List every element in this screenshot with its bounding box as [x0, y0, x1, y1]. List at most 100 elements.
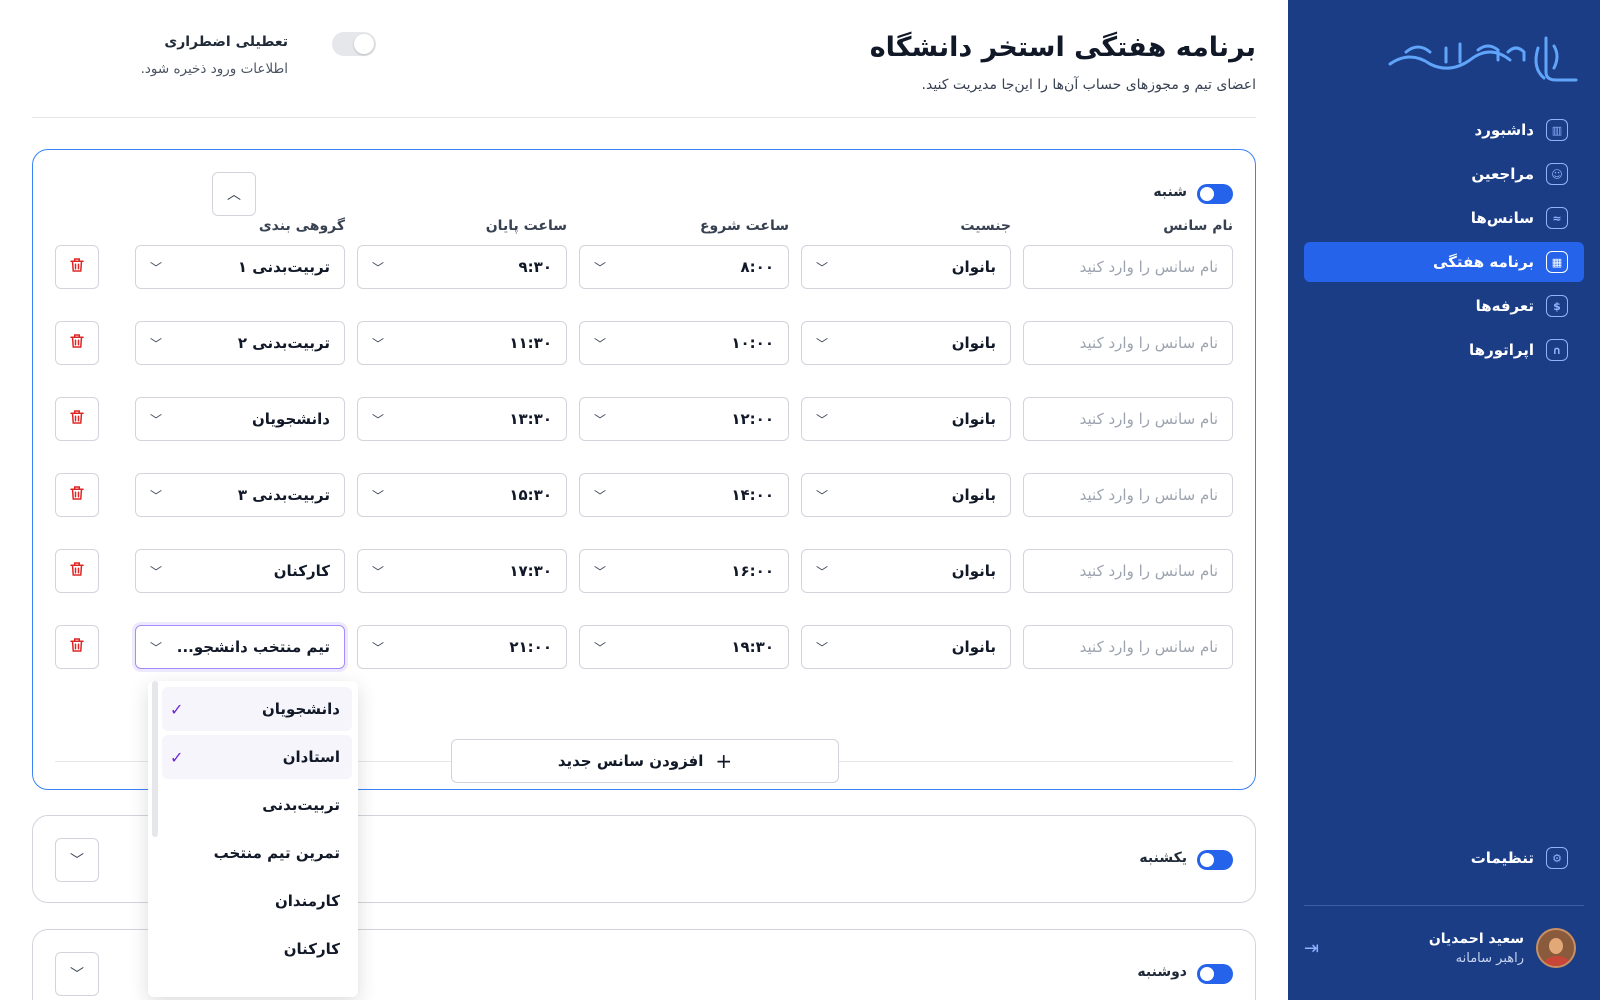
session-name-input[interactable]: نام سانس را وارد کنید	[1023, 397, 1233, 441]
dropdown-option[interactable]: دانشجویان ✓	[162, 687, 352, 731]
day-enabled-toggle[interactable]	[1197, 964, 1233, 984]
day-name: یکشنبه	[1139, 850, 1187, 866]
group-value: تربیت‌بدنی ۱	[237, 258, 330, 276]
user-icon: ☺	[1546, 163, 1568, 185]
end-time-select[interactable]: ۹:۳۰ ﹀	[357, 245, 567, 289]
gender-select[interactable]: بانوان ﹀	[801, 473, 1011, 517]
delete-session-button[interactable]	[55, 625, 99, 669]
group-select[interactable]: تربیت‌بدنی ۱ ﹀	[135, 245, 345, 289]
start-time-value: ۸:۰۰	[740, 258, 774, 276]
start-time-select[interactable]: ۸:۰۰ ﹀	[579, 245, 789, 289]
delete-session-button[interactable]	[55, 549, 99, 593]
end-time-select[interactable]: ۱۳:۳۰ ﹀	[357, 397, 567, 441]
chevron-down-icon: ﹀	[594, 260, 607, 275]
sidebar-item-dashboard[interactable]: ▥ داشبورد	[1304, 110, 1584, 150]
end-time-value: ۱۵:۳۰	[509, 486, 552, 504]
delete-session-button[interactable]	[55, 245, 99, 289]
option-label: دانشجویان	[261, 700, 340, 718]
session-name-placeholder: نام سانس را وارد کنید	[1079, 486, 1218, 504]
add-session-button[interactable]: + افزودن سانس جدید	[451, 739, 839, 783]
end-time-value: ۱۷:۳۰	[509, 562, 552, 580]
column-label-gender: جنسیت	[960, 218, 1011, 234]
trash-icon	[68, 484, 86, 506]
end-time-select[interactable]: ۱۱:۳۰ ﹀	[357, 321, 567, 365]
delete-session-button[interactable]	[55, 397, 99, 441]
sidebar-nav: ▥ داشبورد ☺ مراجعین ≈ سانس‌ها ▦ برنامه ه…	[1304, 110, 1584, 374]
start-time-select[interactable]: ۱۲:۰۰ ﹀	[579, 397, 789, 441]
end-time-select[interactable]: ۱۵:۳۰ ﹀	[357, 473, 567, 517]
main-content: برنامه هفتگی استخر دانشگاه اعضای تیم و م…	[32, 0, 1256, 1000]
day-enabled-toggle[interactable]	[1197, 850, 1233, 870]
sidebar-item-settings[interactable]: ⚙ تنظیمات	[1304, 838, 1584, 878]
column-label-end: ساعت پایان	[485, 218, 567, 234]
delete-session-button[interactable]	[55, 321, 99, 365]
group-value: تربیت‌بدنی ۳	[237, 486, 330, 504]
group-select[interactable]: تیم منتخب دانشجو... ﹀	[135, 625, 345, 669]
group-select[interactable]: تربیت‌بدنی ۳ ﹀	[135, 473, 345, 517]
end-time-value: ۹:۳۰	[518, 258, 552, 276]
dropdown-option[interactable]: کارمندان	[162, 879, 352, 923]
column-label-group: گروهی بندی	[258, 218, 345, 234]
session-name-input[interactable]: نام سانس را وارد کنید	[1023, 549, 1233, 593]
avatar[interactable]	[1536, 928, 1576, 968]
group-select[interactable]: تربیت‌بدنی ۲ ﹀	[135, 321, 345, 365]
emergency-closure-toggle[interactable]	[332, 32, 376, 56]
chevron-down-icon: ﹀	[816, 488, 829, 503]
collapse-day-button[interactable]: ︿	[212, 172, 256, 216]
chevron-down-icon: ﹀	[816, 260, 829, 275]
emergency-closure-label: تعطیلی اضطراری	[164, 34, 288, 50]
logout-icon[interactable]: ⇥	[1304, 938, 1319, 959]
gender-select[interactable]: بانوان ﹀	[801, 549, 1011, 593]
chevron-down-icon: ﹀	[372, 488, 385, 503]
dropdown-option[interactable]: کارکنان	[162, 927, 352, 971]
delete-session-button[interactable]	[55, 473, 99, 517]
start-time-select[interactable]: ۱۶:۰۰ ﹀	[579, 549, 789, 593]
dropdown-options: دانشجویان ✓ استادان ✓ تربیت‌بدنی تمرین تیم من…	[148, 687, 358, 971]
chevron-down-icon: ﹀	[594, 564, 607, 579]
option-label: استادان	[282, 748, 340, 766]
gender-value: بانوان	[951, 258, 996, 276]
group-select[interactable]: دانشجویان ﹀	[135, 397, 345, 441]
gender-select[interactable]: بانوان ﹀	[801, 245, 1011, 289]
expand-day-button[interactable]: ﹀	[55, 952, 99, 996]
gender-value: بانوان	[951, 638, 996, 656]
day-enabled-toggle[interactable]	[1197, 184, 1233, 204]
expand-day-button[interactable]: ﹀	[55, 838, 99, 882]
start-time-select[interactable]: ۱۹:۳۰ ﹀	[579, 625, 789, 669]
dropdown-option[interactable]: استادان ✓	[162, 735, 352, 779]
dropdown-option[interactable]: تمرین تیم منتخب	[162, 831, 352, 875]
session-name-input[interactable]: نام سانس را وارد کنید	[1023, 625, 1233, 669]
end-time-select[interactable]: ۲۱:۰۰ ﹀	[357, 625, 567, 669]
gender-value: بانوان	[951, 562, 996, 580]
sidebar-item-sessions[interactable]: ≈ سانس‌ها	[1304, 198, 1584, 238]
gender-select[interactable]: بانوان ﹀	[801, 397, 1011, 441]
chevron-down-icon: ﹀	[594, 336, 607, 351]
start-time-select[interactable]: ۱۰:۰۰ ﹀	[579, 321, 789, 365]
start-time-select[interactable]: ۱۴:۰۰ ﹀	[579, 473, 789, 517]
chevron-down-icon: ﹀	[150, 488, 163, 503]
sidebar-item-weekly-schedule[interactable]: ▦ برنامه هفتگی	[1304, 242, 1584, 282]
chevron-down-icon: ﹀	[816, 640, 829, 655]
group-select[interactable]: کارکنان ﹀	[135, 549, 345, 593]
sidebar-item-label: مراجعین	[1471, 165, 1534, 183]
dropdown-scrollbar[interactable]	[152, 681, 158, 837]
session-name-input[interactable]: نام سانس را وارد کنید	[1023, 321, 1233, 365]
plus-icon: +	[715, 749, 733, 773]
gender-select[interactable]: بانوان ﹀	[801, 625, 1011, 669]
dropdown-option[interactable]: تربیت‌بدنی	[162, 783, 352, 827]
group-value: دانشجویان	[251, 410, 330, 428]
sidebar-divider	[1304, 905, 1584, 906]
chevron-down-icon: ﹀	[594, 640, 607, 655]
gender-value: بانوان	[951, 410, 996, 428]
group-value: تربیت‌بدنی ۲	[237, 334, 330, 352]
gender-select[interactable]: بانوان ﹀	[801, 321, 1011, 365]
column-label-start: ساعت شروع	[699, 218, 789, 234]
end-time-value: ۲۱:۰۰	[509, 638, 552, 656]
sidebar-item-clients[interactable]: ☺ مراجعین	[1304, 154, 1584, 194]
end-time-select[interactable]: ۱۷:۳۰ ﹀	[357, 549, 567, 593]
sidebar-item-operators[interactable]: ∩ اپراتورها	[1304, 330, 1584, 370]
session-name-input[interactable]: نام سانس را وارد کنید	[1023, 245, 1233, 289]
trash-icon	[68, 332, 86, 354]
session-name-input[interactable]: نام سانس را وارد کنید	[1023, 473, 1233, 517]
sidebar-item-tariffs[interactable]: $ تعرفه‌ها	[1304, 286, 1584, 326]
